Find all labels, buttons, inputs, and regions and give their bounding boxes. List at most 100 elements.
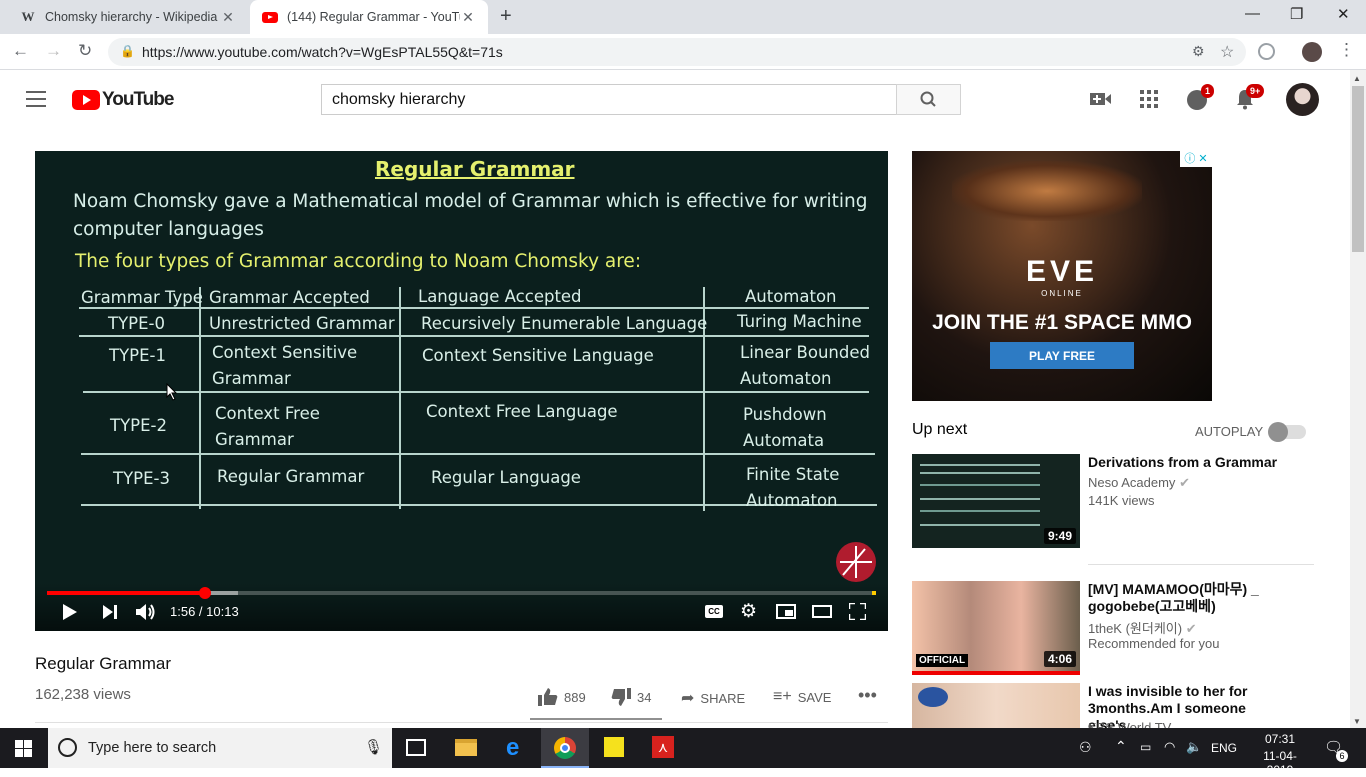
forward-icon[interactable]: → [45,41,62,61]
ad-cta-button[interactable]: PLAY FREE [990,342,1134,369]
table-cell: Context Free Grammar [215,404,320,449]
table-rule [399,287,401,509]
reload-icon[interactable]: ↻ [78,41,92,61]
miniplayer-icon[interactable] [776,604,796,619]
extension-icon[interactable] [1258,43,1275,60]
divider [35,722,888,723]
acrobat-icon[interactable]: ⋏ [652,736,674,758]
youtube-favicon-icon [262,9,278,25]
next-video-icon[interactable] [103,605,117,619]
profile-avatar[interactable] [1302,42,1322,62]
microphone-icon[interactable]: 🎙 [364,738,383,756]
messages-badge: 1 [1201,84,1215,98]
chrome-taskbar-item[interactable] [541,728,589,768]
window-close-icon[interactable]: ✕ [1337,5,1350,23]
table-cell: Regular Grammar [217,467,365,486]
table-header: Language Accepted [418,287,582,306]
share-button[interactable]: ➦ SHARE [681,688,745,708]
new-tab-icon[interactable]: + [500,5,512,28]
back-icon[interactable]: ← [12,41,29,61]
browser-toolbar: ← → ↻ 🔒 https://www.youtube.com/watch?v=… [0,34,1366,70]
clock-time[interactable]: 07:31 [1250,732,1310,746]
restore-icon[interactable]: ❐ [1290,5,1303,23]
channel-name[interactable]: 1theK (원더케이) ✔ [1088,618,1197,637]
search-input[interactable] [321,84,897,115]
play-icon[interactable] [63,604,77,620]
wifi-icon[interactable]: ◠ [1164,739,1175,755]
tab-youtube[interactable]: (144) Regular Grammar - YouTub ✕ [250,0,488,34]
account-avatar[interactable] [1286,83,1319,116]
close-tab-icon[interactable]: ✕ [460,9,476,26]
address-bar[interactable]: 🔒 https://www.youtube.com/watch?v=WgEsPT… [108,38,1246,66]
edge-browser-icon[interactable]: e [506,734,519,762]
clock-date[interactable]: 11-04-2019 [1250,749,1310,777]
video-player[interactable]: Regular Grammar Noam Chomsky gave a Math… [35,151,888,631]
video-meta: Recommended for you [1088,636,1220,651]
recommended-video[interactable]: 9:49 Derivations from a Grammar Neso Aca… [912,454,1312,548]
view-count: 162,238 views [35,686,131,703]
channel-name[interactable]: Neso Academy ✔ [1088,475,1190,491]
apps-grid-icon[interactable] [1140,90,1158,108]
save-button[interactable]: ≡+ SAVE [773,688,831,706]
progress-bar[interactable] [47,587,876,599]
thumbs-down-icon [611,688,631,706]
hamburger-menu-icon[interactable] [26,91,46,107]
people-icon[interactable]: ⚇ [1079,739,1092,756]
ad-marker [872,591,876,595]
channel-watermark-icon[interactable] [835,541,877,583]
blocked-cookie-icon[interactable]: ⚙ [1192,43,1205,60]
autoplay-toggle[interactable] [1268,422,1306,442]
cortana-icon [58,738,77,757]
scrubber-handle[interactable] [198,587,211,599]
language-indicator[interactable]: ENG [1211,741,1237,755]
windows-start-icon[interactable] [15,740,32,757]
close-tab-icon[interactable]: ✕ [220,9,236,26]
tray-chevron-icon[interactable]: ⌃ [1115,738,1127,755]
mouse-cursor-icon [166,383,177,401]
fullscreen-icon[interactable] [849,603,866,620]
youtube-logo[interactable]: YouTube [72,89,174,111]
volume-icon[interactable] [136,603,156,621]
minimize-icon[interactable]: — [1245,5,1260,22]
table-cell: Unrestricted Grammar [209,314,395,333]
video-meta: 141K views [1088,493,1155,508]
theater-mode-icon[interactable] [812,605,832,618]
more-actions-icon[interactable]: ••• [858,685,877,706]
scrollbar-thumb[interactable] [1352,86,1364,252]
like-button[interactable]: 889 [538,688,586,706]
chrome-menu-icon[interactable]: ⋮ [1338,40,1355,60]
table-cell: Context Free Language [426,402,618,421]
channel-name[interactable]: KBS World TV [1088,720,1171,728]
taskbar-search[interactable]: Type here to search 🎙 [48,728,392,768]
file-explorer-icon[interactable] [455,739,477,756]
dislike-count: 34 [637,689,652,705]
bookmark-star-icon[interactable]: ☆ [1220,42,1234,62]
table-cell: TYPE-3 [113,469,170,488]
adchoices-icon[interactable]: ⓘ ✕ [1180,151,1212,167]
recommended-video[interactable]: OFFICIAL 4:06 [MV] MAMAMOO(마마무) _ gogobe… [912,581,1312,675]
task-view-icon[interactable] [406,739,426,756]
sticky-notes-icon[interactable] [604,737,624,757]
create-video-icon[interactable] [1090,91,1112,107]
dislike-button[interactable]: 34 [611,688,651,706]
slide-title: Regular Grammar [375,157,575,181]
display-ad[interactable]: EVE ONLINE JOIN THE #1 SPACE MMO PLAY FR… [912,151,1212,401]
table-header: Grammar Accepted [209,288,370,307]
recommended-video[interactable]: I was invisible to her for 3months.Am I … [912,683,1312,728]
share-arrow-icon: ➦ [681,690,695,707]
scroll-down-icon: ▼ [1353,717,1361,726]
speaker-icon[interactable]: 🔈 [1186,739,1202,755]
video-title[interactable]: Derivations from a Grammar [1088,454,1298,471]
official-badge: OFFICIAL [916,654,969,667]
tab-strip: W Chomsky hierarchy - Wikipedia ✕ (144) … [0,0,1366,34]
video-title[interactable]: [MV] MAMAMOO(마마무) _ gogobebe(고고베베) [1088,581,1298,615]
table-cell: Pushdown Automata [743,405,827,450]
ad-brand-sub: ONLINE [1041,289,1083,298]
search-button[interactable] [896,84,961,115]
settings-gear-icon[interactable]: ⚙ [740,600,757,623]
table-cell: Recursively Enumerable Language [421,314,708,333]
subtitles-icon[interactable]: CC [705,605,723,618]
tab-wikipedia[interactable]: W Chomsky hierarchy - Wikipedia ✕ [8,0,248,34]
page-scrollbar[interactable]: ▲ ▼ [1350,70,1366,728]
battery-icon[interactable]: ▭ [1140,740,1151,754]
